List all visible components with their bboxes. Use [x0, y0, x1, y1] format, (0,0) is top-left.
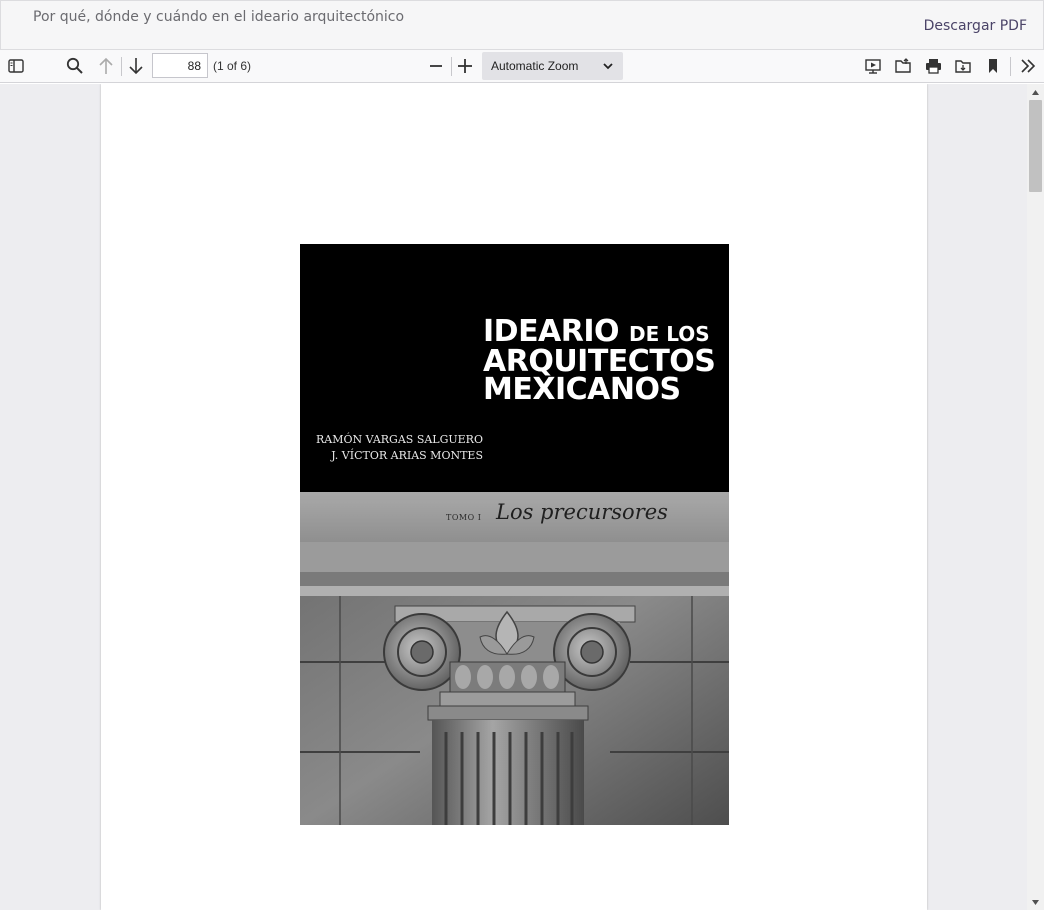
search-icon [66, 57, 83, 74]
presentation-icon [865, 59, 881, 74]
open-folder-icon [894, 58, 911, 73]
previous-page-button[interactable] [93, 54, 119, 78]
document-header: Por qué, dónde y cuándo en el ideario ar… [0, 0, 1044, 50]
double-chevron-right-icon [1021, 59, 1036, 73]
next-page-button[interactable] [123, 54, 149, 78]
cover-black-panel: IDEARIO DE LOS ARQUITECTOS MEXICANOS RAM… [300, 244, 729, 492]
page-count-label: (1 of 6) [213, 59, 252, 73]
triangle-down-icon [1032, 899, 1039, 905]
cover-title: IDEARIO DE LOS ARQUITECTOS MEXICANOS [483, 317, 716, 407]
triangle-up-icon [1032, 89, 1039, 95]
presentation-mode-button[interactable] [860, 54, 886, 78]
open-file-button[interactable] [890, 54, 916, 78]
plus-icon [458, 59, 472, 73]
print-button[interactable] [920, 54, 946, 78]
zoom-out-button[interactable] [423, 54, 449, 78]
pdf-page: IDEARIO DE LOS ARQUITECTOS MEXICANOS RAM… [101, 84, 927, 910]
arrow-down-icon [129, 58, 143, 75]
document-title: Por qué, dónde y cuándo en el ideario ar… [33, 9, 405, 25]
zoom-select-value: Automatic Zoom [491, 59, 579, 73]
cover-author: RAMÓN VARGAS SALGUERO [316, 433, 483, 446]
arrow-up-icon [99, 57, 113, 74]
pdf-viewer-container[interactable]: IDEARIO DE LOS ARQUITECTOS MEXICANOS RAM… [0, 84, 1027, 910]
download-folder-icon [954, 60, 971, 73]
find-button[interactable] [62, 54, 88, 78]
vertical-scrollbar[interactable] [1027, 84, 1044, 910]
cover-volume-label: TOMO I [446, 513, 482, 522]
toolbar-separator [1010, 57, 1011, 76]
sidebar-icon [8, 59, 24, 73]
scrollbar-thumb[interactable] [1029, 100, 1042, 192]
cover-authors: RAMÓN VARGAS SALGUERO J. VÍCTOR ARIAS MO… [316, 432, 483, 464]
printer-icon [925, 59, 941, 74]
cover-title-small: DE LOS [629, 322, 710, 346]
page-number-input[interactable] [152, 53, 208, 78]
cover-title-line: MEXICANOS [483, 372, 681, 407]
sidebar-toggle-button[interactable] [3, 54, 29, 78]
bookmark-button[interactable] [980, 54, 1006, 78]
cover-subtitle: Los precursores [496, 500, 668, 524]
toolbar-separator [121, 57, 122, 76]
tools-menu-button[interactable] [1015, 54, 1041, 78]
scroll-up-arrow[interactable] [1027, 84, 1044, 100]
zoom-in-button[interactable] [452, 54, 478, 78]
cover-author: J. VÍCTOR ARIAS MONTES [331, 449, 483, 462]
save-button[interactable] [950, 54, 976, 78]
scroll-down-arrow[interactable] [1027, 894, 1044, 910]
book-cover-image: IDEARIO DE LOS ARQUITECTOS MEXICANOS RAM… [300, 244, 729, 825]
minus-icon [430, 65, 442, 67]
cover-subtitle-band: TOMO I Los precursores [300, 492, 729, 542]
bookmark-icon [989, 59, 997, 73]
ionic-capital-photo [300, 542, 729, 825]
chevron-down-icon [603, 63, 613, 70]
download-pdf-link[interactable]: Descargar PDF [924, 18, 1027, 34]
zoom-select[interactable]: Automatic Zoom [482, 52, 623, 80]
